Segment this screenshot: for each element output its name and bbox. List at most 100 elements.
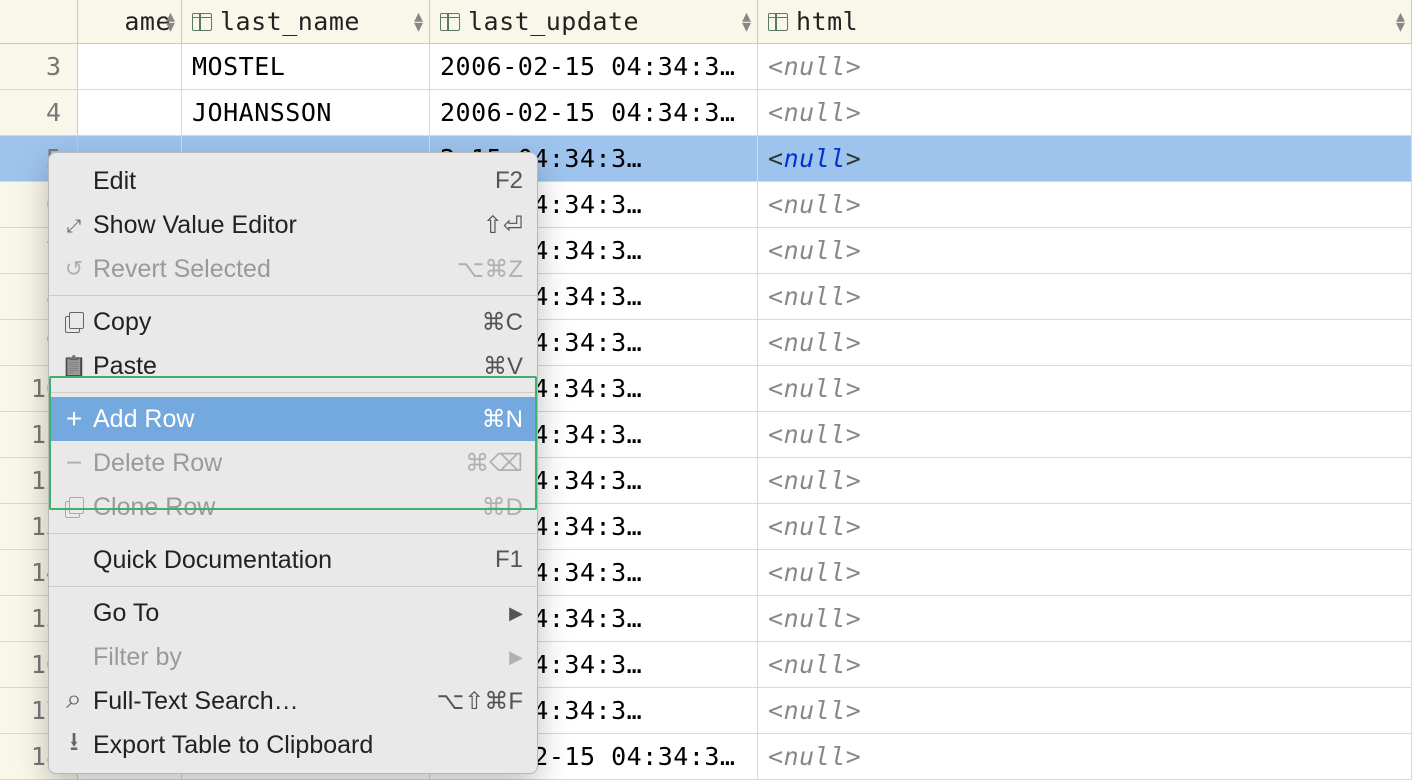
context-menu[interactable]: EditF2Show Value Editor⇧⏎Revert Selected… xyxy=(48,152,538,774)
cell-value-null: <null> xyxy=(768,420,861,449)
cell-name[interactable] xyxy=(78,90,182,135)
cell-value-null: <null> xyxy=(768,52,861,81)
menu-item-paste[interactable]: Paste⌘V xyxy=(49,344,537,388)
cell-value-null: <null> xyxy=(768,98,861,127)
cell-value-null: <null> xyxy=(768,650,861,679)
table-row[interactable]: 4 JOHANSSON 2006-02-15 04:34:3… <null> xyxy=(0,90,1412,136)
sort-icon[interactable]: ▴▾ xyxy=(742,11,751,33)
cell-html[interactable]: <null> xyxy=(758,366,1412,411)
cell-lastname[interactable]: JOHANSSON xyxy=(182,90,430,135)
column-header-lastupdate[interactable]: last_update ▴▾ xyxy=(430,0,758,43)
cell-html[interactable]: <null> xyxy=(758,274,1412,319)
menu-shortcut: ⌘N xyxy=(482,405,523,434)
cell-html[interactable]: <null> xyxy=(758,734,1412,779)
expand-icon xyxy=(59,212,89,238)
cell-value-null: <null> xyxy=(768,328,861,357)
menu-shortcut: ⌘V xyxy=(483,352,523,381)
menu-item-show-value-editor[interactable]: Show Value Editor⇧⏎ xyxy=(49,203,537,247)
column-icon xyxy=(192,13,212,31)
menu-shortcut: ⌘⌫ xyxy=(465,449,523,478)
cell-html[interactable]: <null> xyxy=(758,550,1412,595)
cell-lastupdate[interactable]: 2006-02-15 04:34:3… xyxy=(430,44,758,89)
menu-item-copy[interactable]: Copy⌘C xyxy=(49,300,537,344)
copy-icon xyxy=(59,312,89,332)
cell-value-null: <null> xyxy=(768,144,861,173)
column-icon xyxy=(440,13,460,31)
cell-value-null: <null> xyxy=(768,466,861,495)
menu-shortcut: ⌥⇧⌘F xyxy=(437,687,523,716)
cell-value-null: <null> xyxy=(768,282,861,311)
column-label: html xyxy=(796,7,858,36)
column-header-html[interactable]: html ▴▾ xyxy=(758,0,1412,43)
column-header-lastname[interactable]: last_name ▴▾ xyxy=(182,0,430,43)
menu-item-export-table-to-clipboard[interactable]: Export Table to Clipboard xyxy=(49,723,537,767)
menu-shortcut: ⌘D xyxy=(482,493,523,522)
sort-icon[interactable]: ▴▾ xyxy=(414,11,423,33)
menu-label: Revert Selected xyxy=(89,255,457,284)
cell-html[interactable]: <null> xyxy=(758,136,1412,181)
cell-value-null: <null> xyxy=(768,558,861,587)
cell-value-null: <null> xyxy=(768,604,861,633)
plus-icon xyxy=(59,403,89,435)
menu-label: Delete Row xyxy=(89,449,465,478)
menu-label: Add Row xyxy=(89,405,482,434)
menu-label: Paste xyxy=(89,352,483,381)
column-header-name[interactable]: ame ▴▾ xyxy=(78,0,182,43)
cell-value: JOHANSSON xyxy=(192,98,332,127)
menu-label: Export Table to Clipboard xyxy=(89,731,523,760)
menu-shortcut: ⇧⏎ xyxy=(483,211,523,240)
column-icon xyxy=(768,13,788,31)
cell-html[interactable]: <null> xyxy=(758,44,1412,89)
menu-label: Quick Documentation xyxy=(89,546,495,575)
minus-icon xyxy=(59,447,89,479)
menu-label: Full-Text Search… xyxy=(89,687,437,716)
menu-item-edit[interactable]: EditF2 xyxy=(49,159,537,203)
export-icon xyxy=(59,723,89,767)
column-label: ame xyxy=(124,7,171,36)
menu-item-full-text-search[interactable]: Full-Text Search…⌥⇧⌘F xyxy=(49,679,537,723)
cell-html[interactable]: <null> xyxy=(758,320,1412,365)
menu-label: Filter by xyxy=(89,643,509,672)
cell-html[interactable]: <null> xyxy=(758,504,1412,549)
column-label: last_name xyxy=(220,7,360,36)
menu-shortcut: ⌘C xyxy=(482,308,523,337)
cell-value: MOSTEL xyxy=(192,52,285,81)
cell-value-null: <null> xyxy=(768,190,861,219)
gutter-header xyxy=(0,0,78,43)
column-header-row: ame ▴▾ last_name ▴▾ last_update ▴▾ html … xyxy=(0,0,1412,44)
cell-html[interactable]: <null> xyxy=(758,228,1412,273)
cell-value-null: <null> xyxy=(768,512,861,541)
cell-value-null: <null> xyxy=(768,236,861,265)
cell-value: 2006-02-15 04:34:3… xyxy=(440,98,735,127)
cell-html[interactable]: <null> xyxy=(758,642,1412,687)
cell-lastname[interactable]: MOSTEL xyxy=(182,44,430,89)
cell-html[interactable]: <null> xyxy=(758,182,1412,227)
menu-label: Show Value Editor xyxy=(89,211,483,240)
menu-label: Clone Row xyxy=(89,493,482,522)
row-number[interactable]: 4 xyxy=(0,90,78,135)
sort-icon[interactable]: ▴▾ xyxy=(166,11,175,33)
cell-name[interactable] xyxy=(78,44,182,89)
paste-icon xyxy=(59,353,89,379)
cell-html[interactable]: <null> xyxy=(758,688,1412,733)
menu-item-filter-by: Filter by▶ xyxy=(49,635,537,679)
clone-icon xyxy=(59,497,89,517)
cell-value-null: <null> xyxy=(768,696,861,725)
search-icon xyxy=(59,685,89,718)
menu-item-quick-documentation[interactable]: Quick DocumentationF1 xyxy=(49,538,537,582)
menu-item-revert-selected: Revert Selected⌥⌘Z xyxy=(49,247,537,291)
sort-icon[interactable]: ▴▾ xyxy=(1396,11,1405,33)
cell-html[interactable]: <null> xyxy=(758,412,1412,457)
cell-lastupdate[interactable]: 2006-02-15 04:34:3… xyxy=(430,90,758,135)
menu-label: Edit xyxy=(89,167,495,196)
menu-item-add-row[interactable]: Add Row⌘N xyxy=(49,397,537,441)
revert-icon xyxy=(59,256,89,282)
menu-shortcut: F2 xyxy=(495,167,523,195)
menu-item-go-to[interactable]: Go To▶ xyxy=(49,591,537,635)
row-number[interactable]: 3 xyxy=(0,44,78,89)
table-row[interactable]: 3 MOSTEL 2006-02-15 04:34:3… <null> xyxy=(0,44,1412,90)
cell-html[interactable]: <null> xyxy=(758,596,1412,641)
cell-html[interactable]: <null> xyxy=(758,458,1412,503)
submenu-arrow-icon: ▶ xyxy=(509,647,523,668)
cell-html[interactable]: <null> xyxy=(758,90,1412,135)
